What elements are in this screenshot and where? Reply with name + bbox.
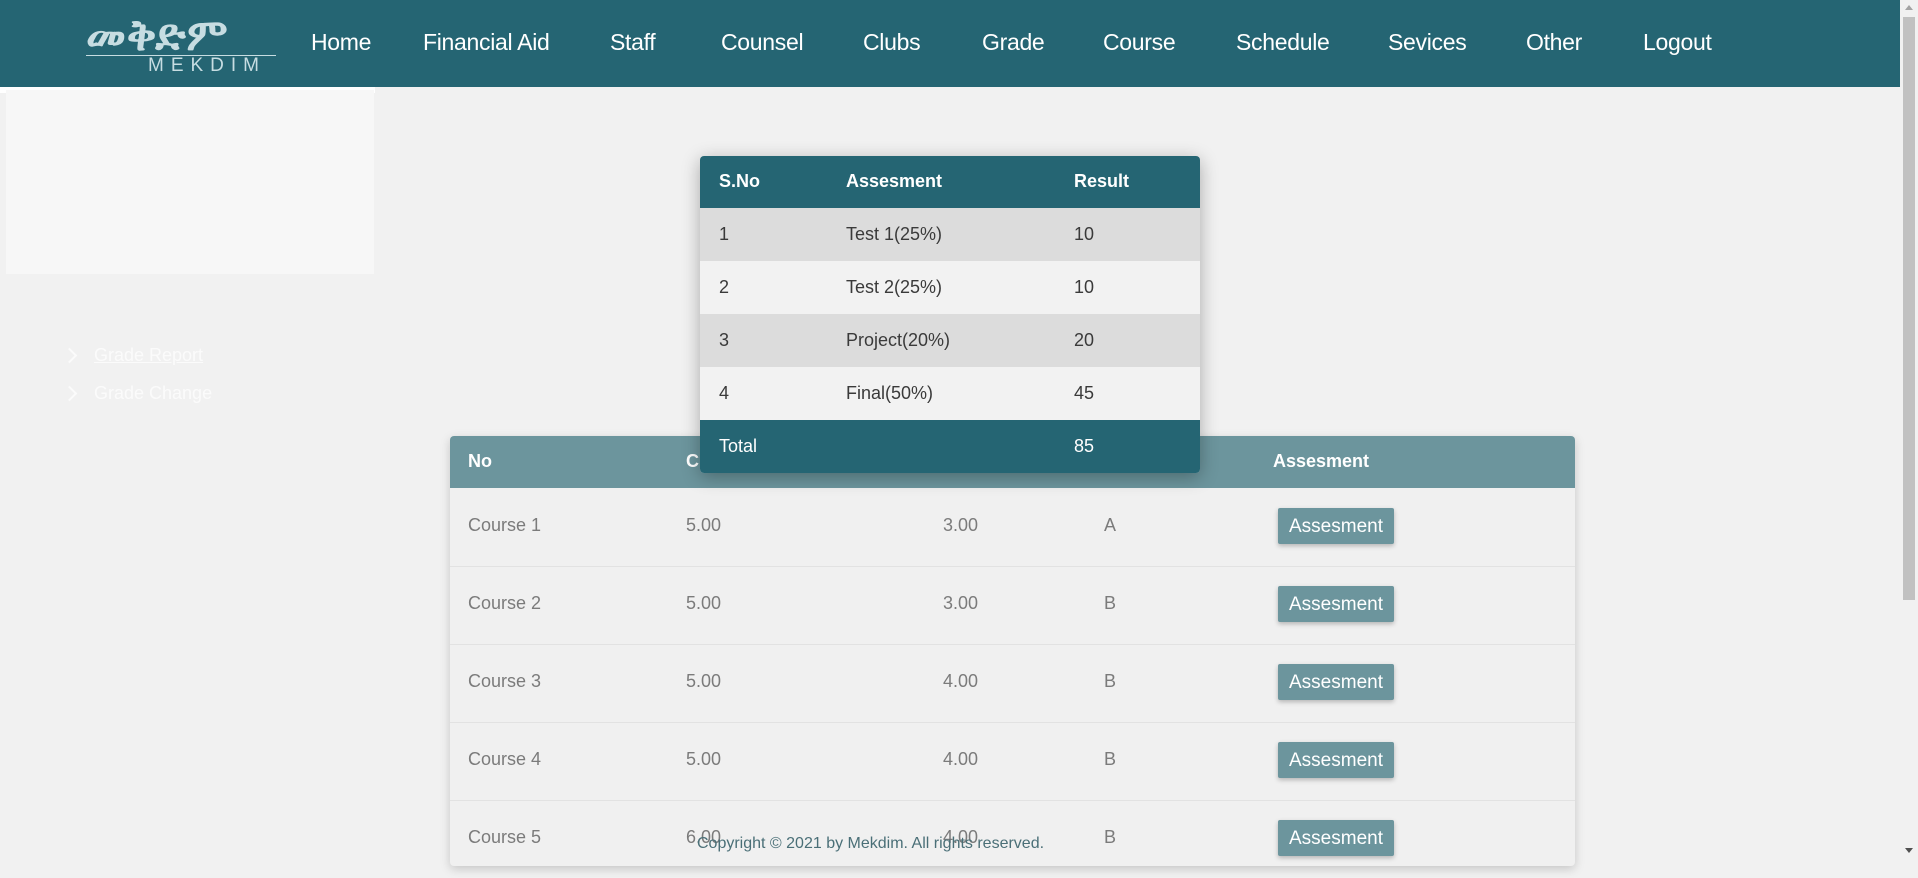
popup-header: S.No Assesment Result: [700, 156, 1200, 208]
course-grade: B: [1104, 749, 1117, 769]
nav-counsel[interactable]: Counsel: [721, 27, 804, 57]
course-name: Course 2: [468, 593, 542, 613]
mekdim-logo[interactable]: መቅድም MEKDIM: [86, 8, 276, 78]
nav-clubs[interactable]: Clubs: [863, 27, 921, 57]
course-grade: B: [1104, 827, 1117, 847]
header-sno: S.No: [719, 171, 761, 191]
table-row: Course 3 5.00 4.00 B Assesment: [450, 644, 1575, 723]
course-name: Course 1: [468, 515, 542, 535]
course-credit: 5.00: [686, 749, 722, 769]
nav-home[interactable]: Home: [311, 27, 371, 57]
row-sno: 3: [719, 330, 730, 350]
scroll-up-arrow-icon[interactable]: [1905, 5, 1913, 10]
course-value: 4.00: [943, 671, 979, 691]
sidebar-link-label: Grade Change: [94, 383, 213, 403]
course-credit: 5.00: [686, 515, 722, 535]
course-value: 3.00: [943, 515, 979, 535]
popup-row: 4 Final(50%) 45: [700, 367, 1200, 420]
chevron-right-icon: [61, 385, 78, 402]
nav-logout[interactable]: Logout: [1643, 27, 1712, 57]
row-sno: 4: [719, 383, 730, 403]
sidebar-link-label: Grade Report: [94, 345, 204, 365]
assessment-button[interactable]: Assesment: [1278, 742, 1394, 778]
course-credit: 5.00: [686, 671, 722, 691]
row-result: 45: [1074, 383, 1095, 403]
top-navbar: መቅድም MEKDIM Home Financial Aid Staff Cou…: [0, 0, 1900, 87]
footer-copyright: Copyright © 2021 by Mekdim. All rights r…: [697, 835, 1045, 852]
table-row: Course 1 5.00 3.00 A Assesment: [450, 488, 1575, 567]
course-credit: 5.00: [686, 593, 722, 613]
nav-schedule[interactable]: Schedule: [1236, 27, 1330, 57]
course-name: Course 5: [468, 827, 542, 847]
row-assessment: Project(20%): [846, 330, 951, 350]
assessment-button[interactable]: Assesment: [1278, 586, 1394, 622]
nav-financial-aid[interactable]: Financial Aid: [423, 27, 550, 57]
scrollbar-thumb[interactable]: [1903, 17, 1915, 600]
page-scrollbar[interactable]: [1900, 0, 1918, 858]
row-result: 10: [1074, 277, 1095, 297]
total-value: 85: [1074, 436, 1095, 456]
nav-grade[interactable]: Grade: [982, 27, 1045, 57]
scroll-down-arrow-icon[interactable]: [1905, 848, 1913, 853]
course-grade: A: [1104, 515, 1117, 535]
nav-course[interactable]: Course: [1103, 27, 1176, 57]
row-sno: 2: [719, 277, 730, 297]
course-value: 4.00: [943, 749, 979, 769]
nav-staff[interactable]: Staff: [610, 27, 656, 57]
course-name: Course 4: [468, 749, 542, 769]
assessment-button[interactable]: Assesment: [1278, 820, 1394, 856]
assessment-button[interactable]: Assesment: [1278, 508, 1394, 544]
row-sno: 1: [719, 224, 730, 244]
row-assessment: Final(50%): [846, 383, 934, 403]
sidebar-panel: [6, 90, 374, 274]
header-result: Result: [1074, 171, 1130, 191]
header-assessment: Assesment: [1273, 451, 1370, 471]
popup-row: 1 Test 1(25%) 10: [700, 208, 1200, 261]
logo-latin-text: MEKDIM: [148, 55, 266, 76]
nav-other[interactable]: Other: [1526, 27, 1582, 57]
table-row: Course 2 5.00 3.00 B Assesment: [450, 566, 1575, 645]
header-no: No: [468, 451, 492, 471]
nav-services[interactable]: Sevices: [1388, 27, 1467, 57]
popup-row: 2 Test 2(25%) 10: [700, 261, 1200, 314]
course-grade: B: [1104, 671, 1117, 691]
assessment-button[interactable]: Assesment: [1278, 664, 1394, 700]
row-assessment: Test 1(25%): [846, 224, 943, 244]
assessment-popup-table: S.No Assesment Result 1 Test 1(25%) 10 2…: [700, 156, 1200, 473]
popup-row: 3 Project(20%) 20: [700, 314, 1200, 367]
row-result: 20: [1074, 330, 1095, 350]
course-value: 3.00: [943, 593, 979, 613]
popup-total-row: Total 85: [700, 420, 1200, 473]
table-row: Course 4 5.00 4.00 B Assesment: [450, 722, 1575, 801]
course-grade: B: [1104, 593, 1117, 613]
course-grade-table: No Cr Assesment Course 1 5.00 3.00 A Ass…: [450, 436, 1575, 866]
row-result: 10: [1074, 224, 1095, 244]
chevron-right-icon: [61, 347, 78, 364]
header-assessment: Assesment: [846, 171, 943, 191]
row-assessment: Test 2(25%): [846, 277, 943, 297]
course-name: Course 3: [468, 671, 542, 691]
total-label: Total: [719, 436, 758, 456]
